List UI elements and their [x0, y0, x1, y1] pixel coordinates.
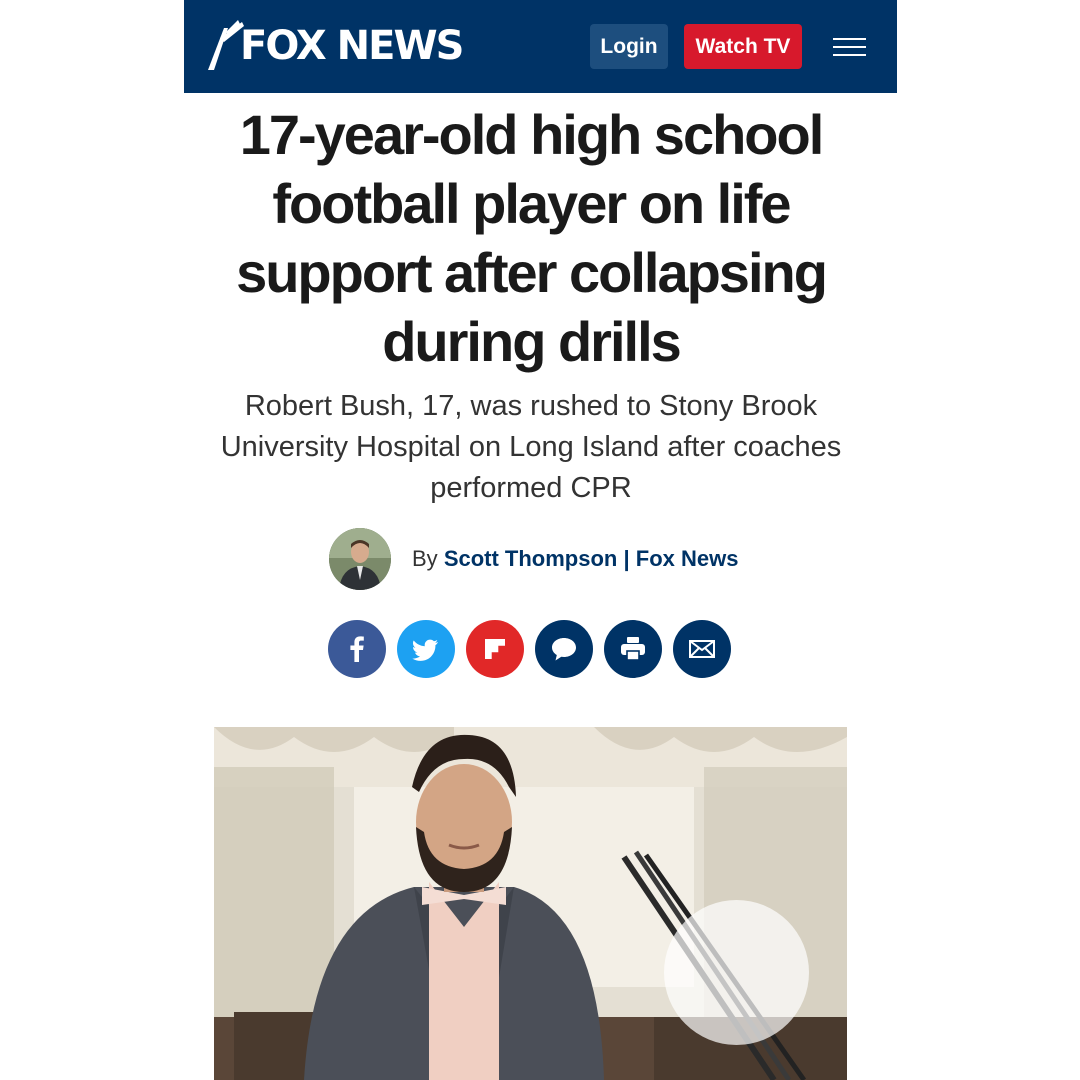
- logo-text: FOX NEWS: [240, 23, 464, 69]
- twitter-icon: [412, 639, 438, 661]
- outlet-link[interactable]: Fox News: [636, 546, 739, 571]
- comment-icon: [552, 638, 576, 661]
- twitter-share-button[interactable]: [397, 620, 455, 678]
- site-header: FOX NEWS Login Watch TV: [184, 0, 897, 93]
- article-dek: Robert Bush, 17, was rushed to Stony Bro…: [220, 390, 842, 504]
- facebook-icon: [350, 636, 364, 662]
- print-button[interactable]: [604, 620, 662, 678]
- byline-prefix: By: [412, 546, 438, 571]
- hero-image[interactable]: [214, 727, 847, 1080]
- comment-button[interactable]: [535, 620, 593, 678]
- menu-icon[interactable]: [833, 38, 866, 58]
- fox-news-logo[interactable]: FOX NEWS: [206, 18, 464, 74]
- author-photo: [329, 528, 391, 590]
- flipboard-share-button[interactable]: [466, 620, 524, 678]
- email-icon: [689, 640, 715, 658]
- byline-separator: |: [623, 546, 630, 571]
- author-link[interactable]: Scott Thompson: [444, 546, 618, 571]
- watch-tv-button[interactable]: Watch TV: [684, 24, 802, 69]
- facebook-share-button[interactable]: [328, 620, 386, 678]
- byline: By Scott Thompson | Fox News: [412, 546, 738, 576]
- flipboard-icon: [485, 639, 505, 659]
- video-play-button[interactable]: [664, 900, 809, 1045]
- print-icon: [621, 637, 645, 661]
- author-avatar[interactable]: [329, 528, 391, 590]
- share-bar: [328, 620, 742, 678]
- login-button[interactable]: Login: [590, 24, 668, 69]
- email-share-button[interactable]: [673, 620, 731, 678]
- article-headline: 17-year-old high school football player …: [236, 103, 828, 373]
